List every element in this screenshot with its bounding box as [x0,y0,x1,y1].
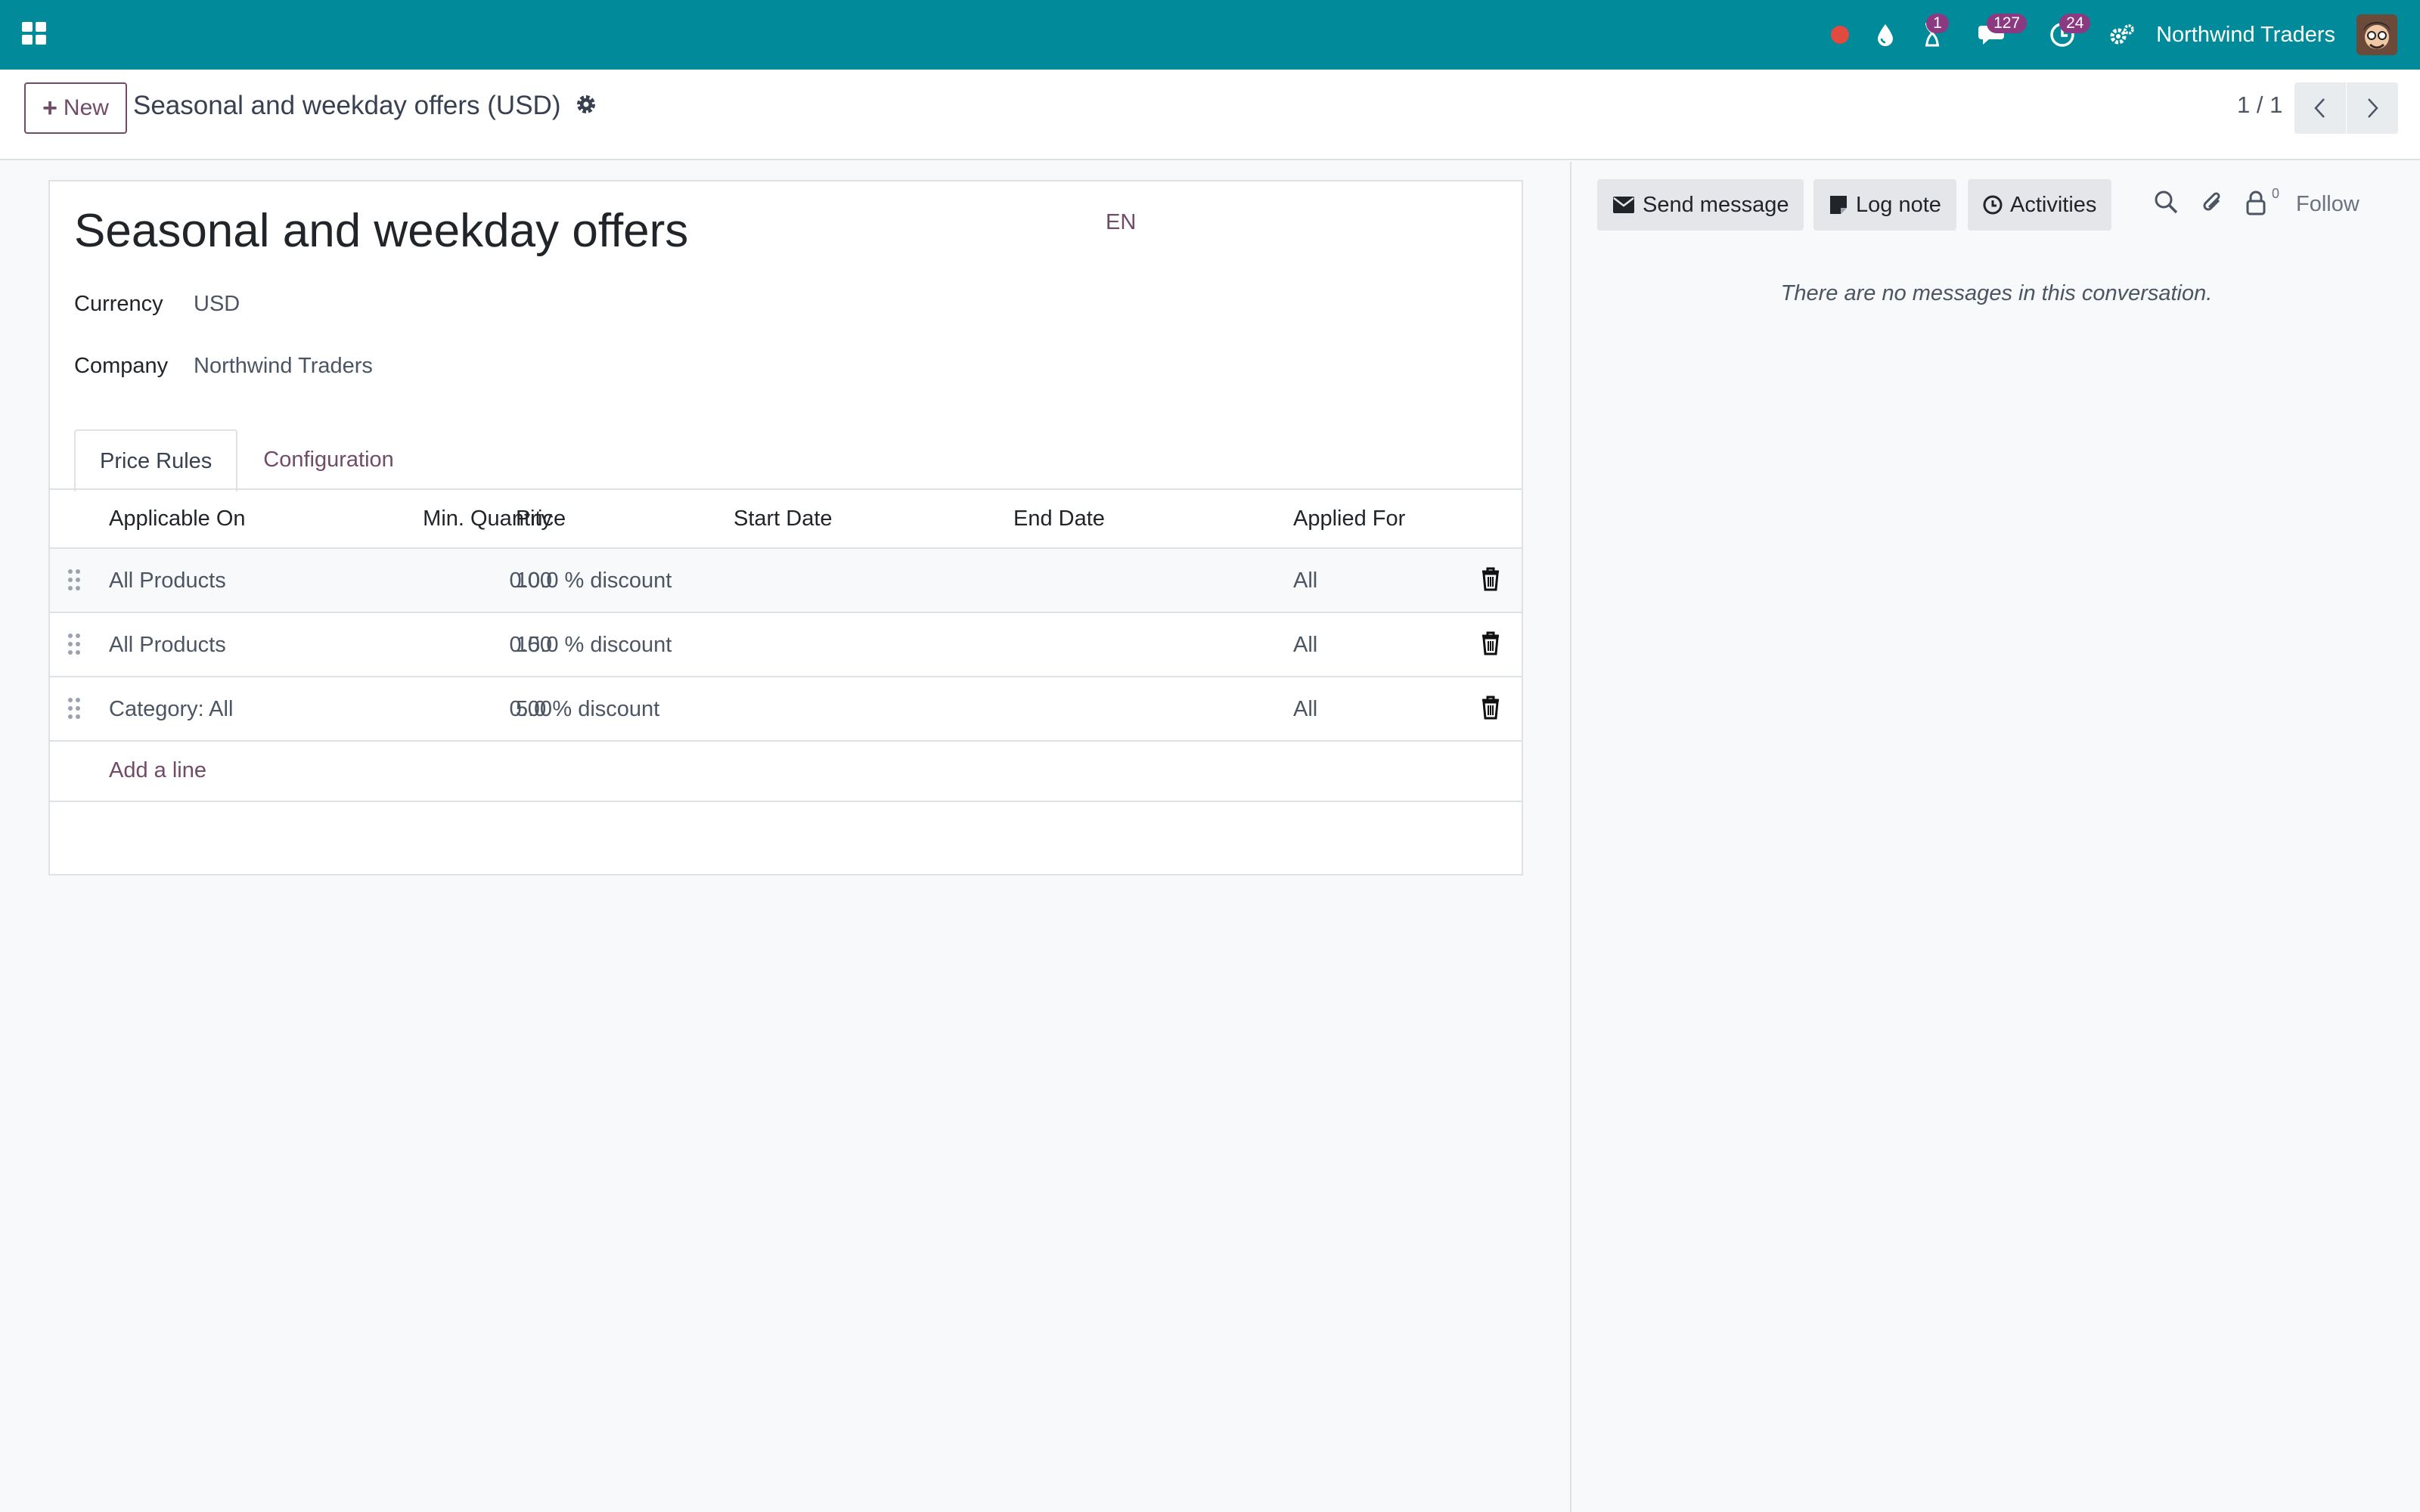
attachment-paperclip-icon[interactable] [2201,190,2225,215]
column-applicable-on[interactable]: Applicable On [109,507,246,531]
pager-next-button[interactable] [2347,82,2398,134]
apps-menu-icon[interactable] [21,20,48,47]
currency-field[interactable]: USD [194,292,240,317]
send-message-button[interactable]: Send message [1597,179,1804,231]
envelope-icon [1613,197,1634,213]
cell-applicable-on: All Products [109,633,226,657]
chatter-divider [1570,162,1571,1512]
chevron-left-icon [2314,98,2325,118]
record-indicator-icon[interactable] [1817,0,1863,70]
tab-configuration[interactable]: Configuration [237,428,420,490]
company-field[interactable]: Northwind Traders [194,354,373,379]
new-record-button[interactable]: + New [24,82,127,134]
tab-price-rules[interactable]: Price Rules [74,429,238,491]
activities-label: Activities [2010,192,2097,217]
activities-button[interactable]: Activities [1968,179,2112,231]
column-applied-for[interactable]: Applied For [1293,507,1405,531]
settings-icon[interactable] [2096,0,2149,70]
plus-icon: + [42,94,57,122]
cell-applicable-on: Category: All [109,697,234,721]
column-end-date[interactable]: End Date [1013,507,1105,531]
clock-icon [1983,195,2003,215]
activity-hourglass-button[interactable]: 1 [1908,0,1956,70]
form-sheet: Seasonal and weekday offers EN Currency … [48,180,1523,875]
drag-handle-icon[interactable] [67,567,82,593]
pricelist-name-field[interactable]: Seasonal and weekday offers [74,204,688,258]
delete-row-trash-icon[interactable] [1481,631,1500,655]
column-start-date[interactable]: Start Date [734,507,833,531]
gear-icon[interactable] [575,93,597,116]
cell-applied-for: All [1293,633,1318,657]
new-button-label: New [63,95,109,120]
notebook-tabs: Price Rules Configuration [74,428,420,491]
top-navbar: 1 127 24 Northwind Traders [0,0,2420,70]
pager-value[interactable]: 1 / 1 [2237,91,2282,119]
add-a-line-link[interactable]: Add a line [109,758,206,783]
navbar-systray: 1 127 24 Northwind Traders [1817,0,2420,70]
empty-conversation-text: There are no messages in this conversati… [1780,281,2213,305]
drag-handle-icon[interactable] [67,631,82,657]
drag-handle-icon[interactable] [67,696,82,721]
log-note-label: Log note [1856,192,1941,217]
currency-label: Currency [74,292,163,316]
user-avatar[interactable] [2356,14,2397,55]
followers-lock-icon[interactable] [2245,190,2267,215]
cell-applied-for: All [1293,697,1318,721]
company-switcher[interactable]: Northwind Traders [2149,23,2356,48]
log-note-button[interactable]: Log note [1813,179,1956,231]
cell-price: 15.0 % discount [516,633,672,657]
company-label: Company [74,354,169,378]
add-line-row: Add a line [50,742,1522,802]
cell-price: 10.0 % discount [516,569,672,593]
breadcrumb-record-title: Seasonal and weekday offers (USD) [133,91,561,120]
note-icon [1830,196,1847,214]
search-messages-icon[interactable] [2154,190,2178,214]
control-panel: + New Seasonal and weekday offers (USD) … [0,70,2420,160]
cell-price: 5.0 % discount [516,697,660,721]
activity-badge: 1 [1926,14,1949,33]
delete-row-trash-icon[interactable] [1481,696,1500,720]
table-row[interactable]: All Products 0.00 15.0 % discount All [50,613,1522,677]
messages-badge: 127 [1987,14,2028,33]
drop-icon[interactable] [1863,0,1908,70]
price-rules-table: Applicable On Min. Quantity Price Start … [50,490,1522,802]
table-row[interactable]: Category: All 0.00 5.0 % discount All [50,677,1522,742]
table-row[interactable]: All Products 0.00 10.0 % discount All [50,549,1522,613]
followers-count: 0 [2272,186,2280,201]
send-message-label: Send message [1643,192,1789,217]
cell-applied-for: All [1293,569,1318,593]
follow-button[interactable]: Follow [2296,192,2360,217]
messaging-button[interactable]: 127 [1956,0,2029,70]
cell-applicable-on: All Products [109,569,226,593]
translation-lang-button[interactable]: EN [1106,210,1136,235]
table-header: Applicable On Min. Quantity Price Start … [50,490,1522,549]
chevron-right-icon [2368,98,2378,118]
column-price[interactable]: Price [516,507,566,531]
delete-row-trash-icon[interactable] [1481,567,1500,591]
activities-clock-button[interactable]: 24 [2029,0,2096,70]
activities-badge: 24 [2059,14,2091,33]
pager-previous-button[interactable] [2294,82,2346,134]
